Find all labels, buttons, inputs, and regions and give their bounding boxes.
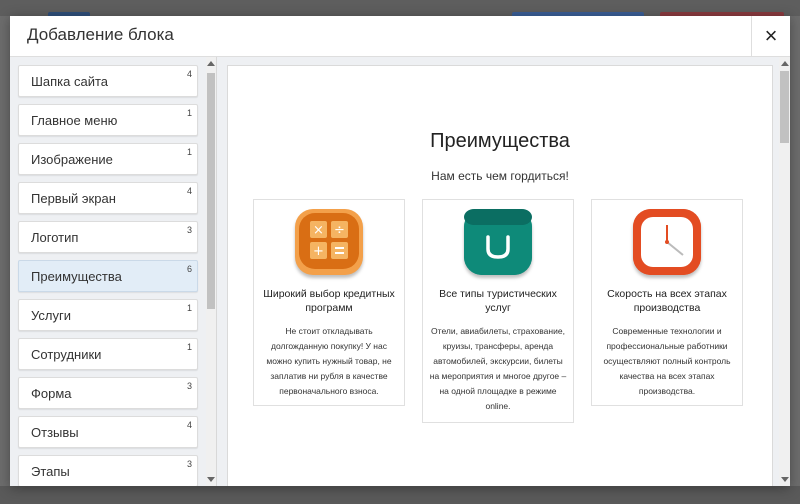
preview-subtitle: Нам есть чем гордиться! <box>431 169 569 183</box>
bag-icon <box>464 209 532 275</box>
scroll-down-arrow-icon[interactable] <box>781 477 789 482</box>
sidebar-item-label: Услуги <box>31 308 71 323</box>
sidebar-item-count: 1 <box>186 342 192 352</box>
sidebar-item-logo[interactable]: Логотип 3 <box>18 221 198 253</box>
sidebar-item-label: Форма <box>31 386 72 401</box>
sidebar-item-count: 1 <box>186 108 192 118</box>
scroll-down-arrow-icon[interactable] <box>207 477 215 482</box>
clock-icon <box>633 209 701 275</box>
sidebar-item-label: Шапка сайта <box>31 74 109 89</box>
sidebar-item-label: Первый экран <box>31 191 116 206</box>
dialog-header: Добавление блока × <box>10 16 790 57</box>
sidebar-item-count: 1 <box>186 147 192 157</box>
sidebar-item-label: Преимущества <box>31 269 122 284</box>
feature-title: Широкий выбор кредитных программ <box>263 288 395 314</box>
sidebar-item-count: 4 <box>186 69 192 79</box>
dialog-title: Добавление блока <box>27 25 174 44</box>
svg-text:÷: ÷ <box>334 223 345 238</box>
sidebar-item-label: Этапы <box>31 464 70 479</box>
scroll-up-arrow-icon[interactable] <box>207 61 215 66</box>
sidebar-item-count: 1 <box>186 303 192 313</box>
feature-text: Современные технологии и профессиональны… <box>603 326 731 396</box>
feature-title: Скорость на всех этапах производства <box>607 288 727 314</box>
close-icon: × <box>764 23 778 48</box>
feature-card: × ÷ + Широкий выбор кредитных программ Н… <box>253 199 405 406</box>
scrollbar-thumb[interactable] <box>780 71 789 143</box>
feature-card: Скорость на всех этапах производства Сов… <box>591 199 743 406</box>
sidebar-item-staff[interactable]: Сотрудники 1 <box>18 338 198 370</box>
sidebar-item-count: 4 <box>186 420 192 430</box>
svg-text:×: × <box>313 223 324 238</box>
sidebar-item-label: Сотрудники <box>31 347 102 362</box>
sidebar-item-label: Главное меню <box>31 113 118 128</box>
sidebar-item-label: Изображение <box>31 152 113 167</box>
scrollbar-thumb[interactable] <box>207 73 215 309</box>
feature-card: Все типы туристических услуг Отели, авиа… <box>422 199 574 423</box>
feature-title: Все типы туристических услуг <box>439 288 557 314</box>
sidebar-item-services[interactable]: Услуги 1 <box>18 299 198 331</box>
sidebar-item-advantages[interactable]: Преимущества 6 <box>18 260 198 292</box>
sidebar-item-reviews[interactable]: Отзывы 4 <box>18 416 198 448</box>
sidebar-item-header[interactable]: Шапка сайта 4 <box>18 65 198 97</box>
feature-text: Не стоит откладывать долгожданную покупк… <box>266 326 392 396</box>
sidebar-item-count: 6 <box>186 264 192 274</box>
sidebar-item-form[interactable]: Форма 3 <box>18 377 198 409</box>
sidebar-item-first-screen[interactable]: Первый экран 4 <box>18 182 198 214</box>
block-preview-area: Преимущества Нам есть чем гордиться! × ÷… <box>217 57 790 486</box>
sidebar-item-label: Логотип <box>31 230 79 245</box>
preview-scrollbar[interactable] <box>779 57 790 486</box>
sidebar-item-count: 3 <box>186 225 192 235</box>
calculator-icon: × ÷ + <box>295 209 363 275</box>
sidebar-item-count: 3 <box>186 459 192 469</box>
close-button[interactable]: × <box>751 16 790 56</box>
preview-title: Преимущества <box>430 130 570 152</box>
block-preview-card[interactable]: Преимущества Нам есть чем гордиться! × ÷… <box>227 65 773 486</box>
sidebar-item-image[interactable]: Изображение 1 <box>18 143 198 175</box>
sidebar-item-label: Отзывы <box>31 425 79 440</box>
sidebar-item-count: 3 <box>186 381 192 391</box>
svg-text:+: + <box>313 244 324 259</box>
sidebar-item-main-menu[interactable]: Главное меню 1 <box>18 104 198 136</box>
background-page-footer <box>0 486 800 504</box>
scroll-up-arrow-icon[interactable] <box>781 61 789 66</box>
add-block-dialog: Добавление блока × Шапка сайта 4 Главное… <box>10 16 790 486</box>
block-category-list: Шапка сайта 4 Главное меню 1 Изображение… <box>10 57 217 486</box>
sidebar-item-count: 4 <box>186 186 192 196</box>
feature-text: Отели, авиабилеты, страхование, круизы, … <box>429 326 567 411</box>
sidebar-scrollbar[interactable] <box>206 57 216 486</box>
sidebar-item-stages[interactable]: Этапы 3 <box>18 455 198 486</box>
